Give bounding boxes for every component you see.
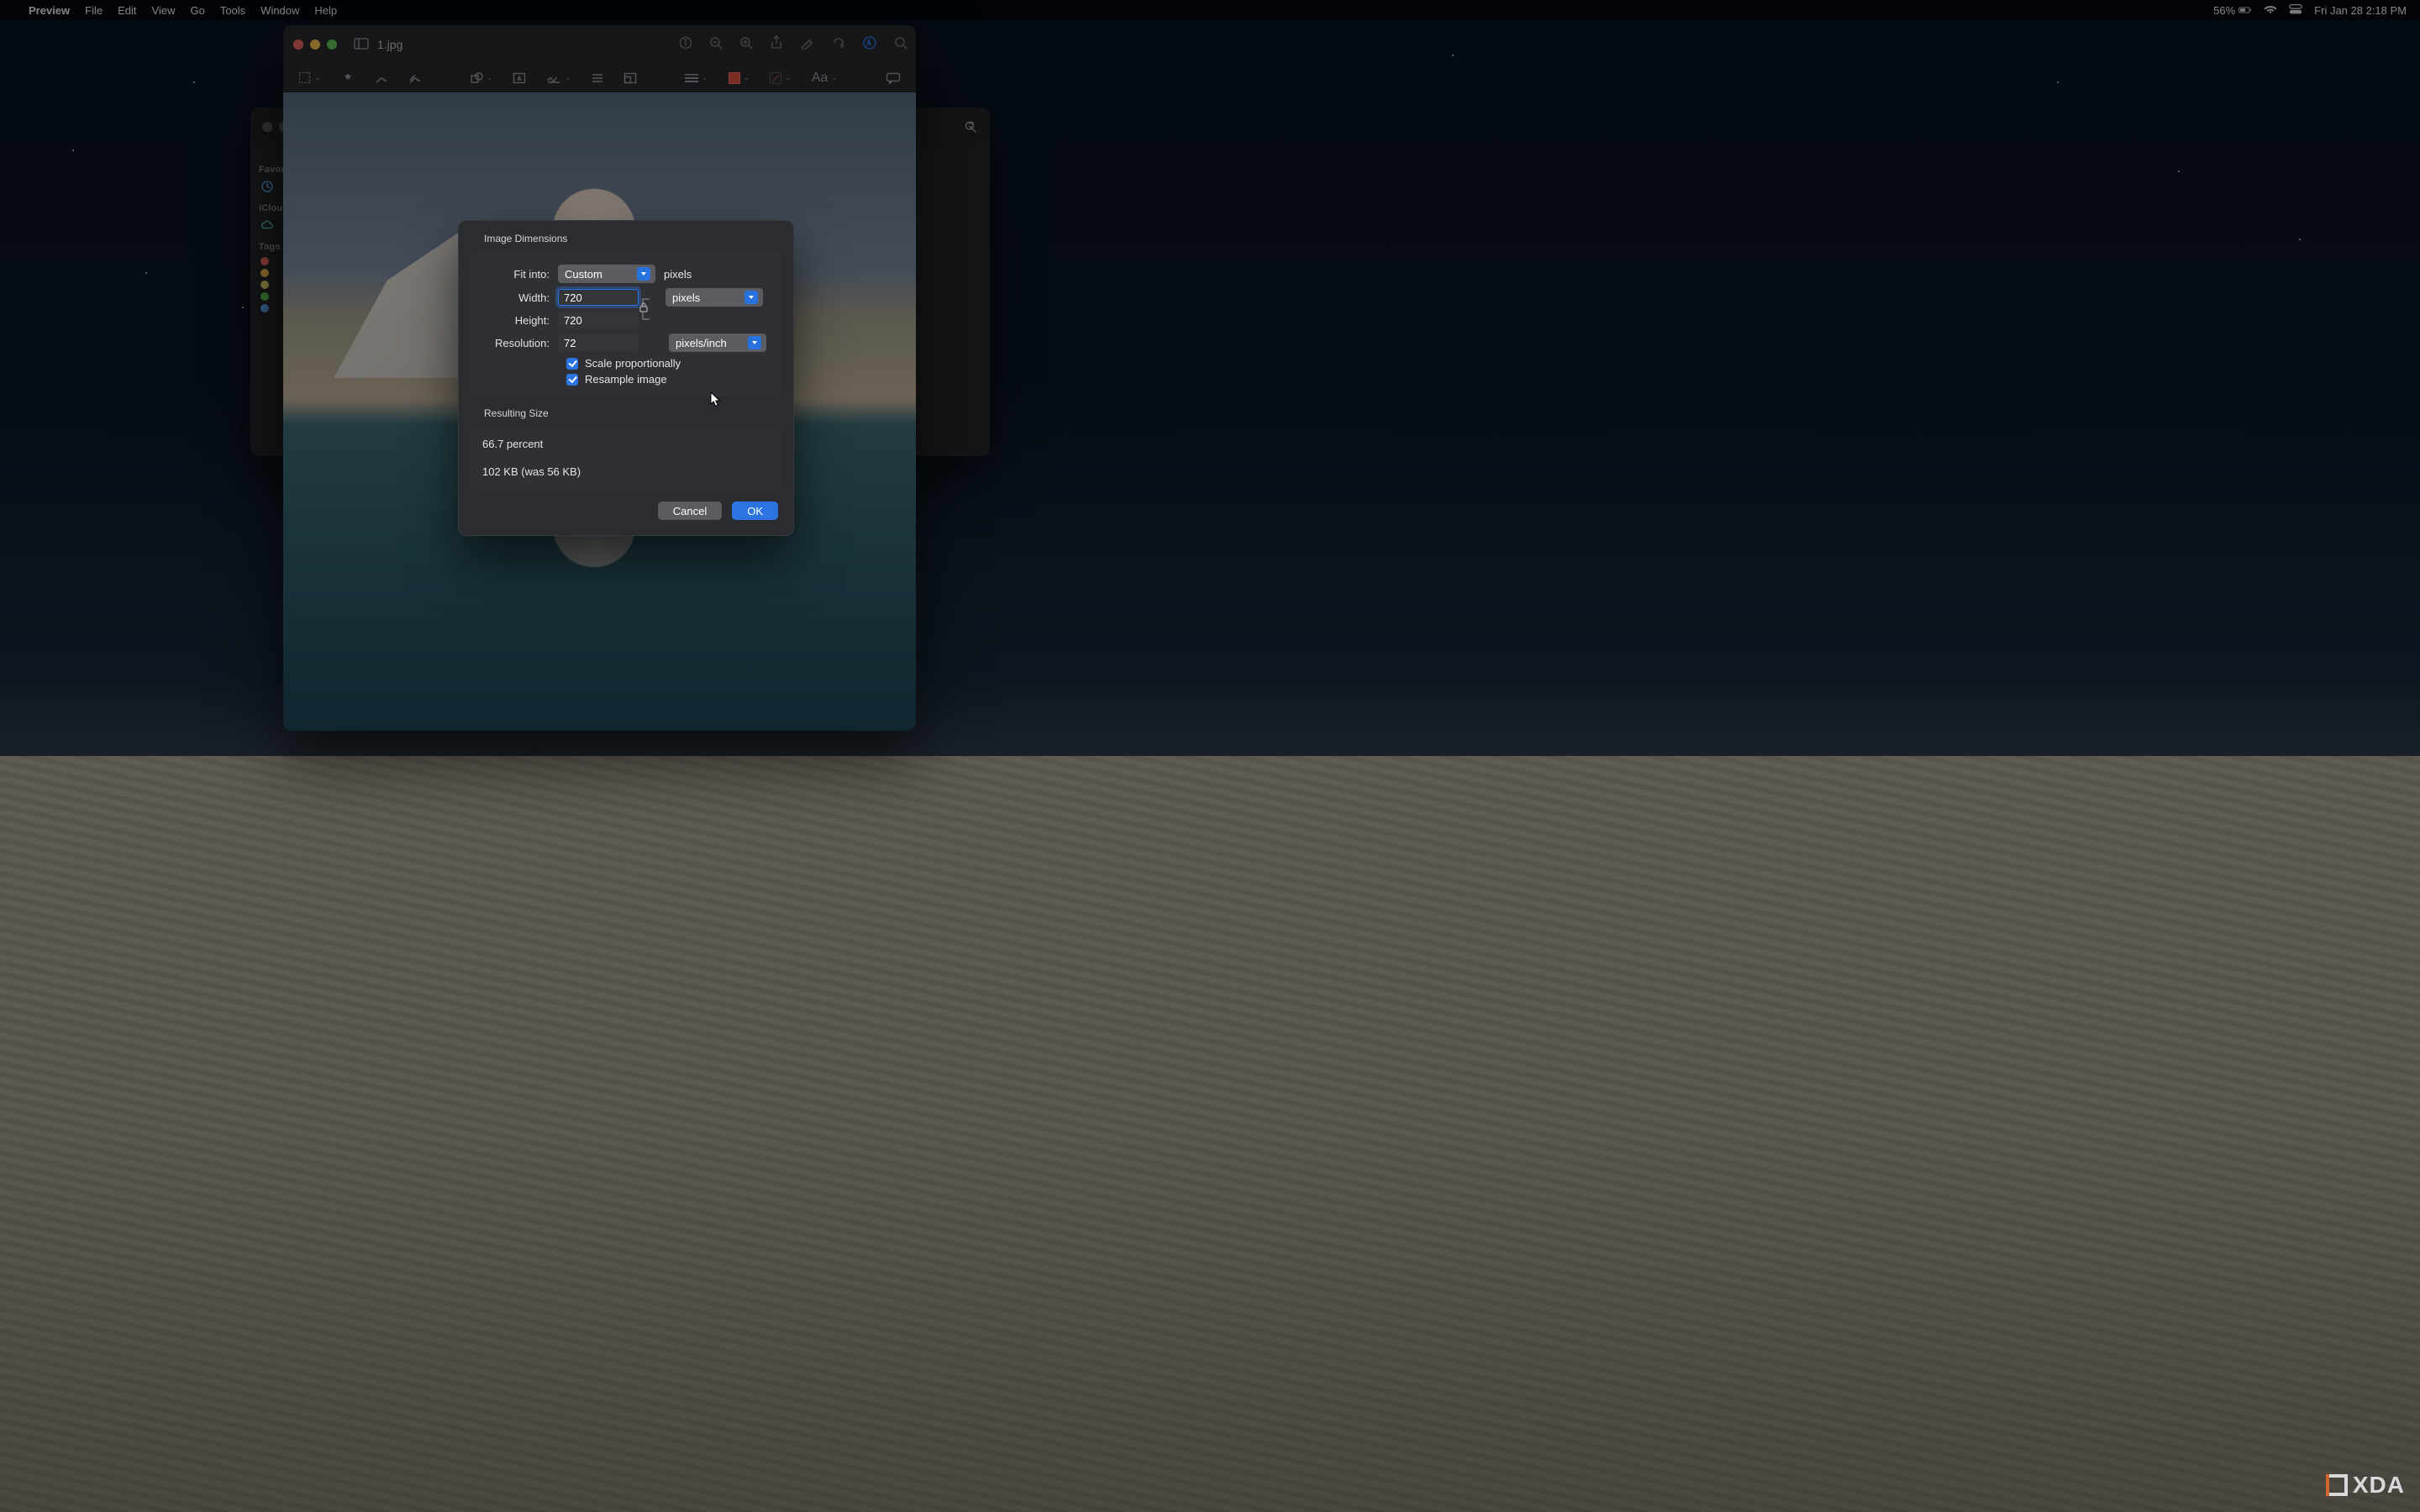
checkbox-checked-icon bbox=[566, 374, 578, 386]
resolution-units-value: pixels/inch bbox=[676, 337, 727, 349]
lock-icon[interactable] bbox=[639, 302, 649, 316]
adjust-size-dialog: Image Dimensions Fit into: Custom pixels… bbox=[458, 220, 794, 536]
resolution-input[interactable] bbox=[558, 334, 639, 351]
resulting-size-box: 66.7 percent 102 KB (was 56 KB) bbox=[471, 429, 781, 490]
height-input[interactable] bbox=[558, 312, 639, 328]
height-label: Height: bbox=[482, 314, 558, 327]
fit-into-value: Custom bbox=[565, 268, 602, 281]
units-value: pixels bbox=[672, 291, 700, 304]
modal-overlay bbox=[0, 0, 2420, 1512]
section-resulting-size: Resulting Size bbox=[459, 396, 793, 426]
fit-into-label: Fit into: bbox=[482, 268, 558, 281]
resulting-filesize: 102 KB (was 56 KB) bbox=[482, 465, 770, 478]
ok-button[interactable]: OK bbox=[732, 501, 778, 520]
xda-watermark: XDA bbox=[2326, 1472, 2405, 1499]
fit-into-select[interactable]: Custom bbox=[558, 265, 655, 283]
checkbox-checked-icon bbox=[566, 358, 578, 370]
resulting-percent: 66.7 percent bbox=[482, 438, 770, 450]
resolution-label: Resolution: bbox=[482, 337, 558, 349]
fit-into-suffix: pixels bbox=[664, 268, 692, 281]
width-input[interactable] bbox=[558, 289, 639, 306]
section-image-dimensions: Image Dimensions bbox=[459, 221, 793, 251]
width-label: Width: bbox=[482, 291, 558, 304]
scale-proportionally-checkbox[interactable]: Scale proportionally bbox=[566, 357, 770, 370]
resolution-units-select[interactable]: pixels/inch bbox=[669, 333, 766, 352]
units-select[interactable]: pixels bbox=[666, 288, 763, 307]
scale-proportionally-label: Scale proportionally bbox=[585, 357, 681, 370]
resample-image-checkbox[interactable]: Resample image bbox=[566, 373, 770, 386]
resample-image-label: Resample image bbox=[585, 373, 667, 386]
cancel-button[interactable]: Cancel bbox=[658, 501, 722, 520]
